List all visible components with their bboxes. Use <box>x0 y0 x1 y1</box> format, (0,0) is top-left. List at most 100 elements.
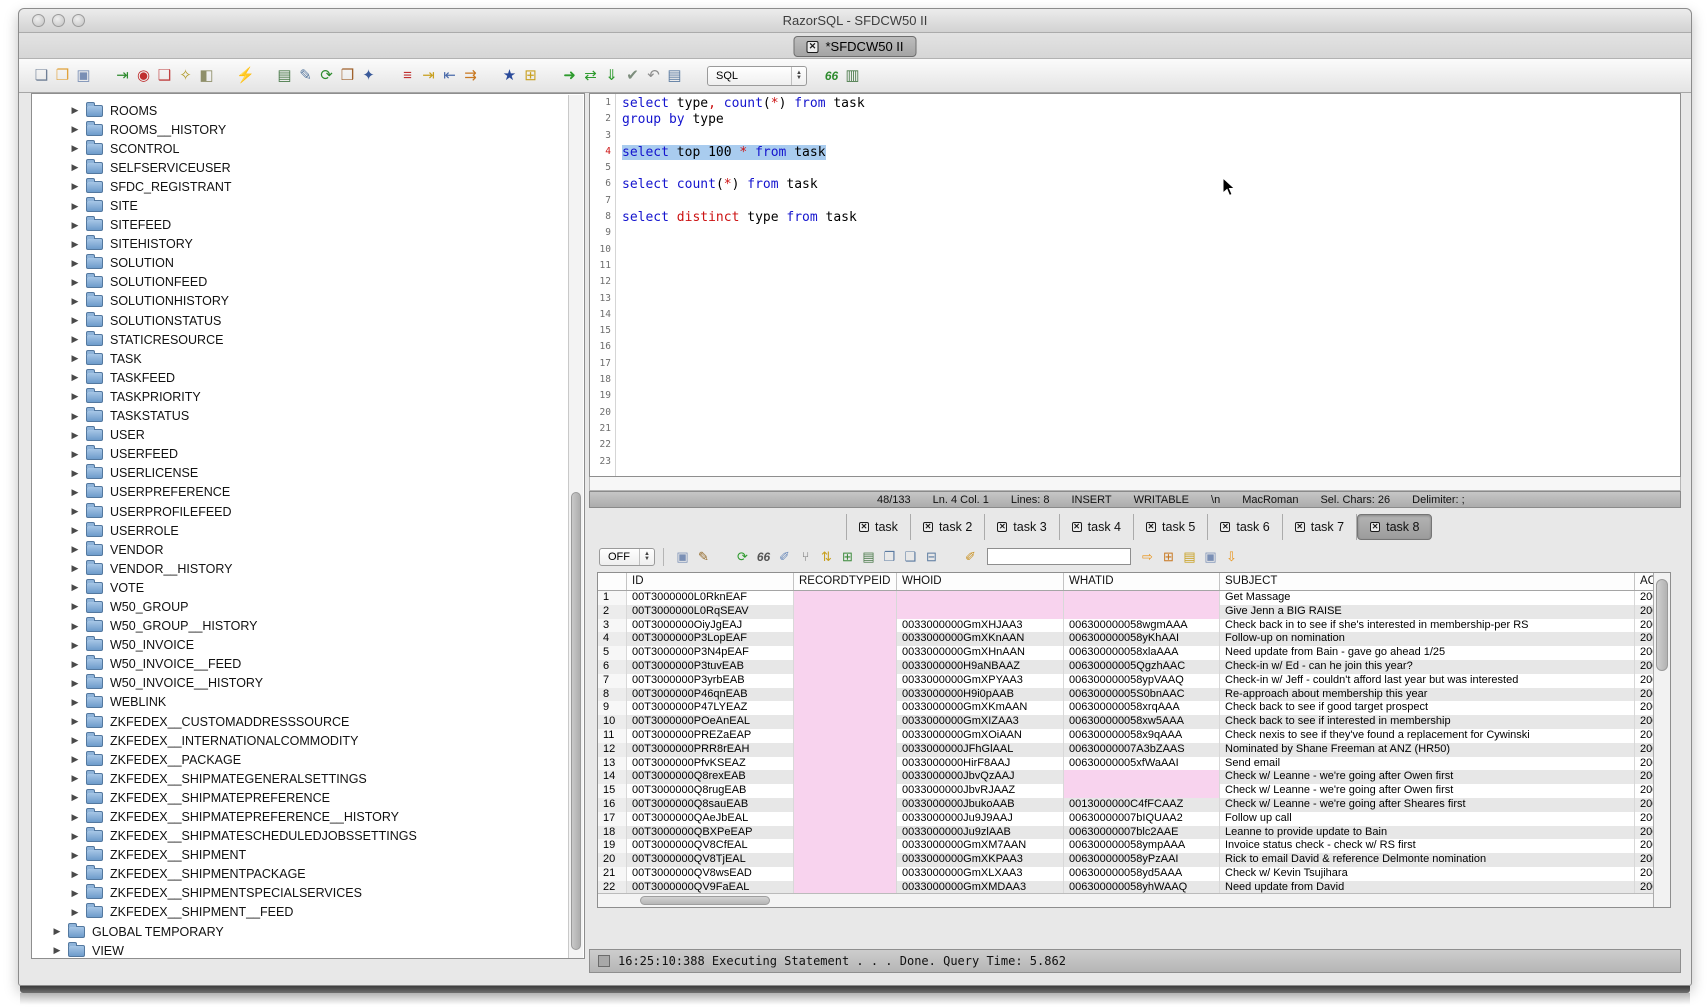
expand-triangle-icon[interactable]: ▶ <box>70 391 80 402</box>
grid-cell[interactable]: 00630000005S0bnAAC <box>1064 688 1220 702</box>
grid-cell[interactable]: 006300000058yd5AAA <box>1064 867 1220 881</box>
save-results-icon[interactable]: ▣ <box>672 546 693 567</box>
grid-cell[interactable]: 0033000000GmXLXAA3 <box>897 867 1064 881</box>
grid-column-header[interactable]: RECORDTYPEID <box>794 573 897 590</box>
expand-triangle-icon[interactable]: ▶ <box>70 220 80 231</box>
close-tab-icon[interactable]: ✕ <box>1146 522 1156 532</box>
table-row[interactable]: 2000T3000000QV8TjEAL0033000000GmXKPAA300… <box>598 853 1654 867</box>
table-row[interactable]: 1500T3000000Q8rugEAB0033000000JbvRJAAZCh… <box>598 784 1654 798</box>
grid-hscrollbar-thumb[interactable] <box>640 896 770 905</box>
grid-cell[interactable]: 0033000000JbukoAAB <box>897 798 1064 812</box>
table-row[interactable]: 100T3000000L0RknEAFGet Massage200 <box>598 591 1654 605</box>
grid-cell[interactable]: 200 <box>1635 632 1654 646</box>
grid-cell[interactable]: 0033000000GmXKnAAN <box>897 632 1064 646</box>
sidebar-item-table[interactable]: ▶USERROLE <box>32 521 584 540</box>
sidebar-item-table[interactable]: ▶W50_INVOICE__FEED <box>32 655 584 674</box>
table-row[interactable]: 300T3000000OiyJgEAJ0033000000GmXHJAA3006… <box>598 619 1654 633</box>
sidebar-item-table[interactable]: ▶SOLUTIONHISTORY <box>32 292 584 311</box>
file-edit-icon[interactable]: ✎ <box>295 65 316 86</box>
sidebar-item-table[interactable]: ▶ZKFEDEX__SHIPMENT <box>32 846 584 865</box>
grid-cell[interactable]: 00T3000000QAeJbEAL <box>627 812 794 826</box>
sidebar-item-table[interactable]: ▶SCONTROL <box>32 139 584 158</box>
grid-vertical-scrollbar[interactable] <box>1653 573 1670 907</box>
help-book-icon[interactable]: ✦ <box>358 65 379 86</box>
grid-cell[interactable]: 00T3000000Q8rugEAB <box>627 784 794 798</box>
sidebar-item-table[interactable]: ▶W50_INVOICE <box>32 636 584 655</box>
grid-cell[interactable] <box>1064 591 1220 605</box>
grid-vscrollbar-thumb[interactable] <box>1656 579 1668 671</box>
save-icon[interactable]: ▣ <box>73 65 94 86</box>
sidebar-item-table[interactable]: ▶W50_GROUP <box>32 597 584 616</box>
sidebar-item-table[interactable]: ▶ZKFEDEX__SHIPMATEPREFERENCE__HISTORY <box>32 807 584 826</box>
expand-triangle-icon[interactable]: ▶ <box>70 525 80 536</box>
close-document-icon[interactable]: ✕ <box>806 41 818 53</box>
grid-cell[interactable]: 200 <box>1635 605 1654 619</box>
sidebar-item-table[interactable]: ▶W50_GROUP__HISTORY <box>32 617 584 636</box>
grid-cell[interactable]: 200 <box>1635 660 1654 674</box>
grid-cell[interactable]: 0033000000H9i0pAAB <box>897 688 1064 702</box>
expand-triangle-icon[interactable]: ▶ <box>70 124 80 135</box>
table-row[interactable]: 1300T3000000PfvKSEAZ0033000000HirF8AAJ00… <box>598 757 1654 771</box>
expand-triangle-icon[interactable]: ▶ <box>70 105 80 116</box>
grid-cell[interactable]: 200 <box>1635 757 1654 771</box>
grid-cell[interactable]: 00T3000000P46qnEAB <box>627 688 794 702</box>
close-tab-icon[interactable]: ✕ <box>1295 522 1305 532</box>
grid-cell[interactable]: 200 <box>1635 674 1654 688</box>
grid-cell[interactable]: 00T3000000QBXPeEAP <box>627 826 794 840</box>
grid-cell[interactable]: 200 <box>1635 729 1654 743</box>
expand-triangle-icon[interactable]: ▶ <box>70 907 80 918</box>
grid-cell[interactable]: Check w/ Leanne - we're going after Owen… <box>1220 784 1635 798</box>
grid-cell[interactable]: 00T3000000QV8CfEAL <box>627 839 794 853</box>
grid-cell[interactable]: 200 <box>1635 646 1654 660</box>
grid-cell[interactable]: 200 <box>1635 853 1654 867</box>
grid-cell[interactable]: 00T3000000P3N4pEAF <box>627 646 794 660</box>
grid-cell[interactable]: 00T3000000POeAnEAL <box>627 715 794 729</box>
grid-cell[interactable]: 00T3000000P3LopEAF <box>627 632 794 646</box>
grid-cell[interactable]: 0033000000GmXHJAA3 <box>897 619 1064 633</box>
table-row[interactable]: 1000T3000000POeAnEAL0033000000GmXIZAA300… <box>598 715 1654 729</box>
expand-triangle-icon[interactable]: ▶ <box>70 888 80 899</box>
grid-cell[interactable]: 00T3000000PRR8rEAH <box>627 743 794 757</box>
save-grid-icon[interactable]: ▣ <box>1200 546 1221 567</box>
execute-go-icon[interactable]: ➜ <box>559 65 580 86</box>
grid-cell[interactable] <box>794 646 897 660</box>
row-limit-dropdown[interactable]: OFF ▲▼ <box>599 548 655 566</box>
grid-cell[interactable]: 200 <box>1635 867 1654 881</box>
expand-triangle-icon[interactable]: ▶ <box>70 582 80 593</box>
grid-cell[interactable] <box>1064 784 1220 798</box>
sidebar-item-table[interactable]: ▶VENDOR <box>32 540 584 559</box>
expand-triangle-icon[interactable]: ▶ <box>70 850 80 861</box>
sidebar-item-table[interactable]: ▶ZKFEDEX__INTERNATIONALCOMMODITY <box>32 731 584 750</box>
file-refresh-icon[interactable]: ⟳ <box>316 65 337 86</box>
grid-cell[interactable]: Check w/ Leanne - we're going after Shea… <box>1220 798 1635 812</box>
grid-cell[interactable] <box>794 812 897 826</box>
sidebar-item-table[interactable]: ▶USERLICENSE <box>32 464 584 483</box>
grid-cell[interactable]: 0033000000GmXKmAAN <box>897 701 1064 715</box>
sidebar-item-table[interactable]: ▶SOLUTIONFEED <box>32 273 584 292</box>
sidebar-item-table[interactable]: ▶USERFEED <box>32 445 584 464</box>
grid-cell[interactable]: 200 <box>1635 784 1654 798</box>
results-tab[interactable]: ✕task 4 <box>1060 514 1134 540</box>
grid-cell[interactable]: Give Jenn a BIG RAISE <box>1220 605 1635 619</box>
sidebar-item-table[interactable]: ▶SOLUTION <box>32 254 584 273</box>
results-tab[interactable]: ✕task 6 <box>1208 514 1282 540</box>
grid-cell[interactable]: 00T3000000P3yrbEAB <box>627 674 794 688</box>
sidebar-item-table[interactable]: ▶ZKFEDEX__SHIPMATEGENERALSETTINGS <box>32 769 584 788</box>
results-tab[interactable]: ✕task 2 <box>911 514 985 540</box>
close-tab-icon[interactable]: ✕ <box>859 522 869 532</box>
sidebar-item-table[interactable]: ▶TASK <box>32 349 584 368</box>
grid-cell[interactable]: 006300000058xlaAAA <box>1064 646 1220 660</box>
grid-cell[interactable] <box>897 591 1064 605</box>
grid-cell[interactable]: 200 <box>1635 826 1654 840</box>
grid-cell[interactable] <box>794 632 897 646</box>
expand-triangle-icon[interactable]: ▶ <box>70 735 80 746</box>
expand-triangle-icon[interactable]: ▶ <box>70 277 80 288</box>
grid-cell[interactable]: 200 <box>1635 770 1654 784</box>
grid-cell[interactable]: 0033000000HirF8AAJ <box>897 757 1064 771</box>
expand-triangle-icon[interactable]: ▶ <box>70 143 80 154</box>
grid-cell[interactable]: 0033000000GmXOiAAN <box>897 729 1064 743</box>
sidebar-item-table[interactable]: ▶VOTE <box>32 578 584 597</box>
close-tab-icon[interactable]: ✕ <box>1370 522 1380 532</box>
grid-cell[interactable] <box>1064 770 1220 784</box>
grid-cell[interactable]: Follow-up on nomination <box>1220 632 1635 646</box>
